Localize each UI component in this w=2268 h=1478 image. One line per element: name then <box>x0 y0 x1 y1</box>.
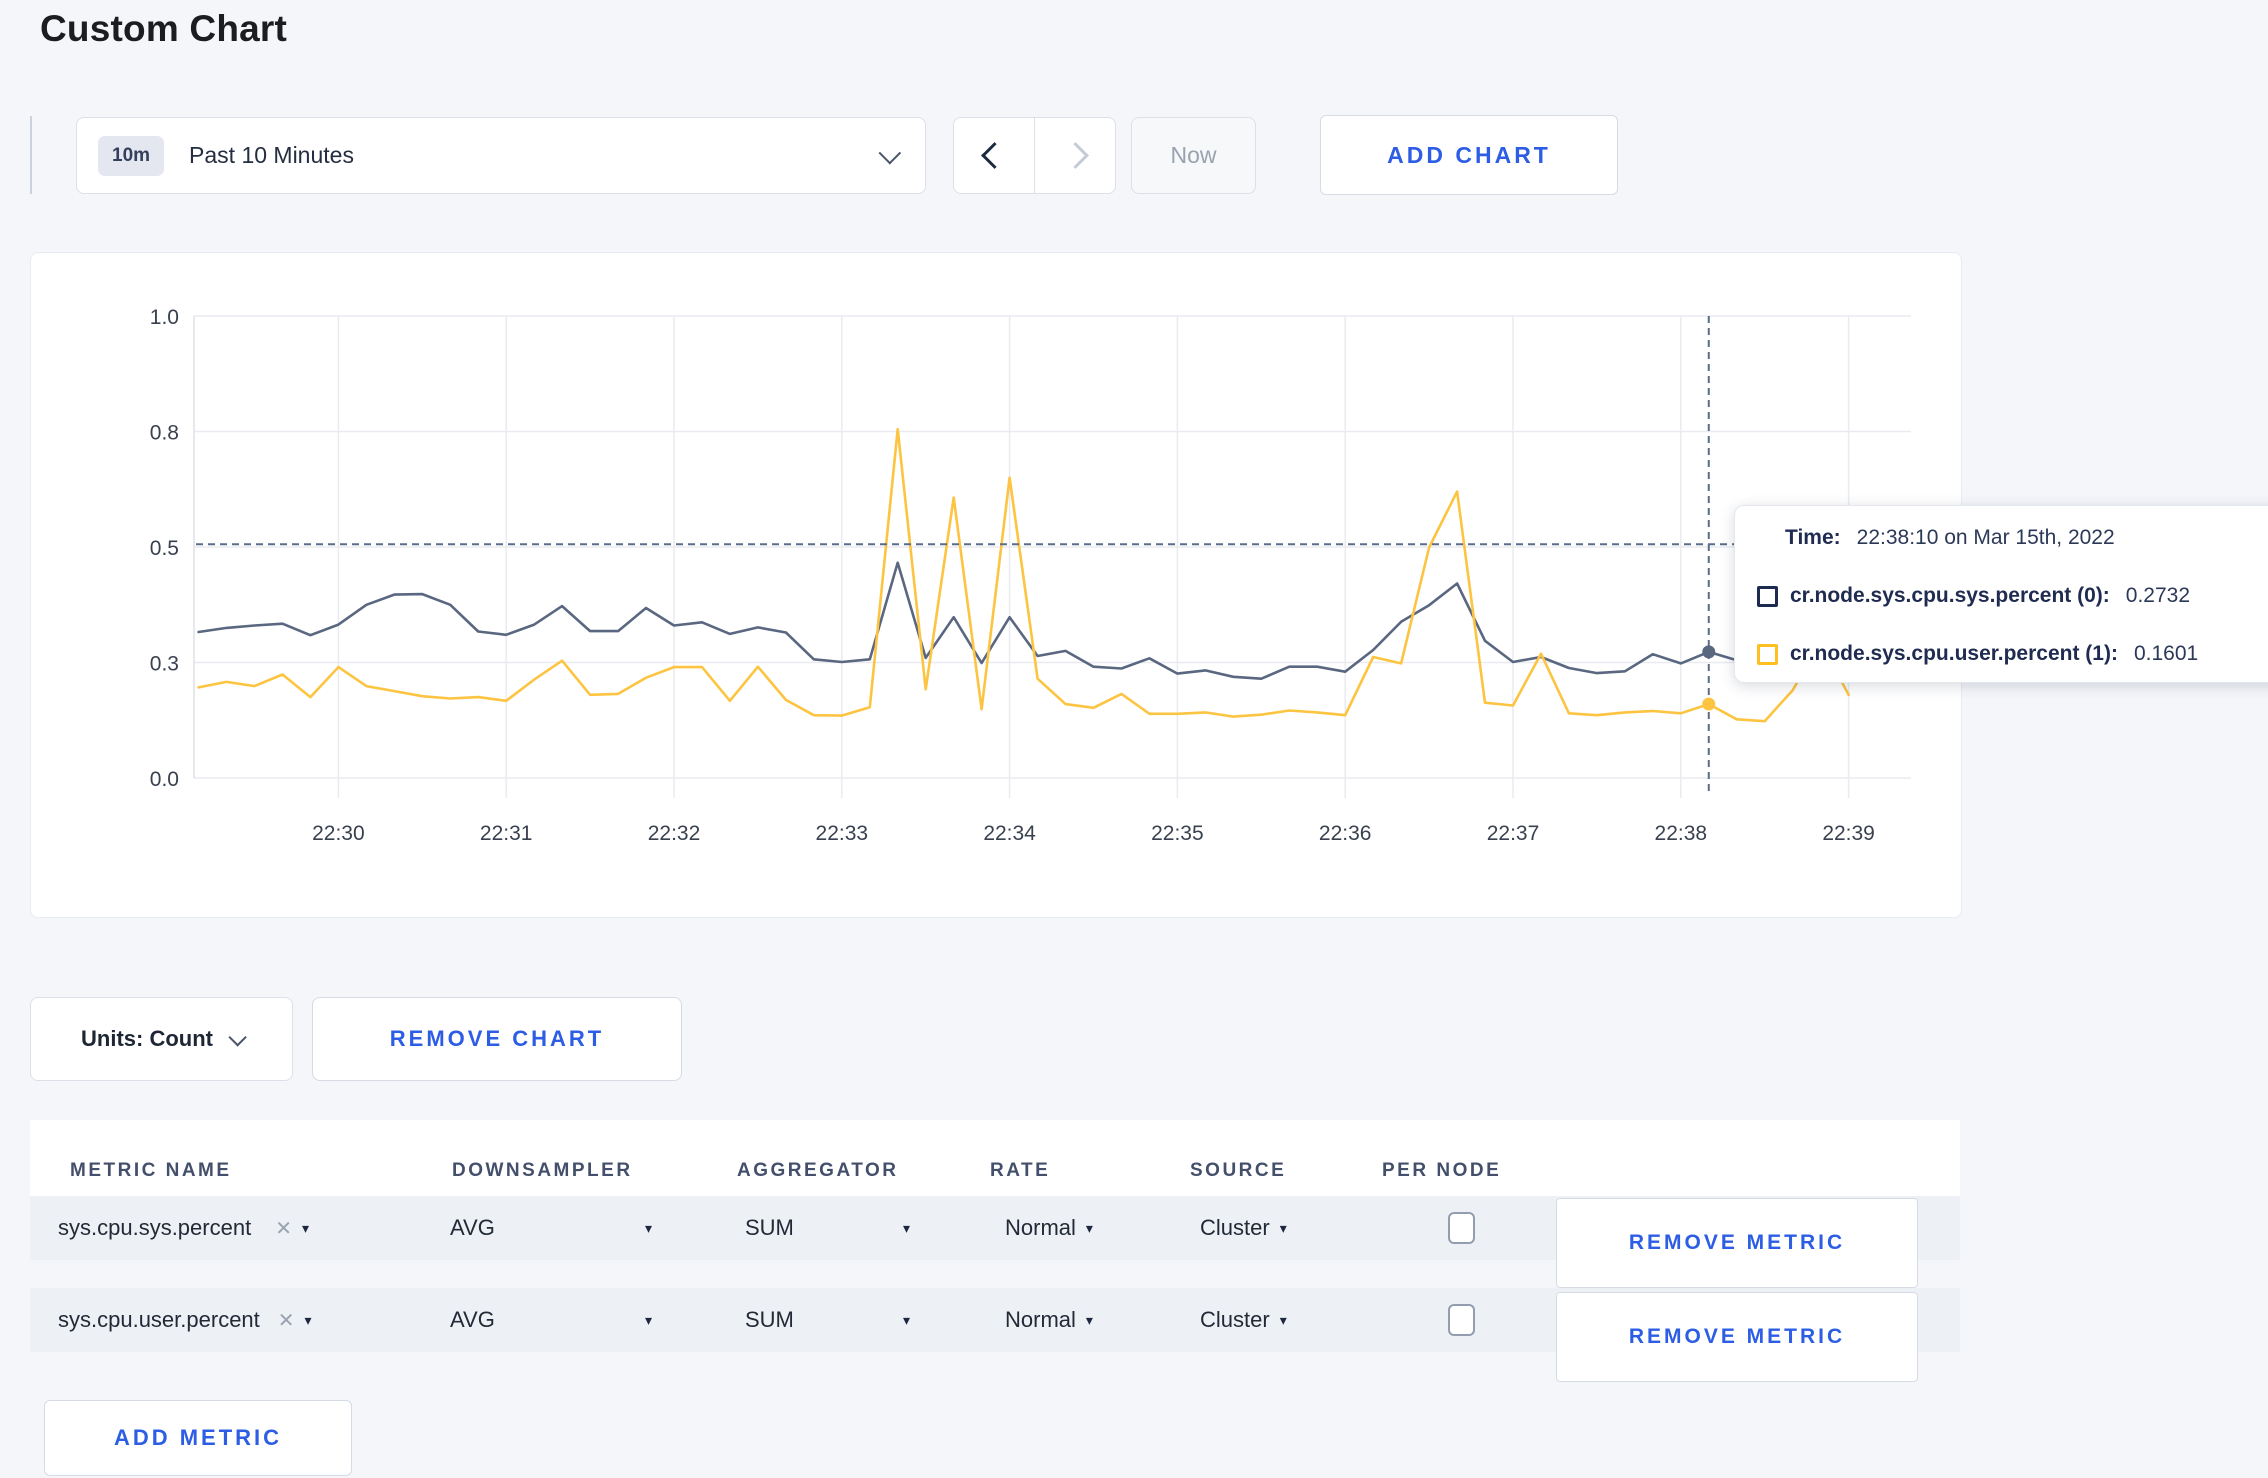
time-range-select[interactable]: 10m Past 10 Minutes <box>76 117 926 194</box>
col-metric-name: METRIC NAME <box>70 1160 232 1181</box>
rate-value-row1: Normal <box>1005 1215 1076 1240</box>
cpu-percent-chart[interactable]: 0.0 0.3 0.5 0.8 1.0 22:30 22:31 22:32 22:33 22:34… <box>31 253 1961 917</box>
tooltip-user-value: 0.1601 <box>2133 642 2199 665</box>
metric-name-select-row1[interactable]: sys.cpu.sys.percent ✕ ▾ <box>58 1196 309 1260</box>
caret-down-icon[interactable]: ▾ <box>645 1196 652 1260</box>
downsampler-select-row1[interactable]: AVG <box>450 1196 495 1260</box>
caret-down-icon: ▾ <box>1085 1219 1093 1236</box>
rate-value-row2: Normal <box>1005 1307 1076 1332</box>
svg-text:22:35: 22:35 <box>1151 822 1204 845</box>
svg-text:22:36: 22:36 <box>1319 822 1372 845</box>
caret-down-icon: ▾ <box>1279 1311 1287 1328</box>
svg-text:22:38: 22:38 <box>1655 822 1708 845</box>
tooltip-user-name: cr.node.sys.cpu.user.percent (1): <box>1790 642 2118 665</box>
now-button[interactable]: Now <box>1131 117 1256 194</box>
remove-metric-button-row2[interactable]: REMOVE METRIC <box>1556 1292 1918 1382</box>
tooltip-sys-name: cr.node.sys.cpu.sys.percent (0): <box>1790 584 2110 607</box>
clear-metric-icon[interactable]: ✕ <box>275 1216 292 1241</box>
svg-text:1.0: 1.0 <box>150 306 179 329</box>
page-title: Custom Chart <box>40 8 288 49</box>
chart-hover-tooltip: Time: 22:38:10 on Mar 15th, 2022 cr.node… <box>1734 505 2268 683</box>
svg-text:22:34: 22:34 <box>983 822 1036 845</box>
svg-text:22:33: 22:33 <box>816 822 869 845</box>
aggregator-select-row1[interactable]: SUM <box>745 1196 794 1260</box>
metric-name-row2: sys.cpu.user.percent <box>58 1307 260 1332</box>
svg-text:22:37: 22:37 <box>1487 822 1540 845</box>
caret-down-icon: ▾ <box>1085 1311 1093 1328</box>
chevron-down-icon <box>878 141 902 164</box>
svg-text:0.0: 0.0 <box>150 768 179 791</box>
svg-text:22:31: 22:31 <box>480 822 533 845</box>
caret-down-icon[interactable]: ▾ <box>903 1196 910 1260</box>
chevron-down-icon <box>228 1027 247 1047</box>
tooltip-time-label: Time: <box>1785 526 1841 549</box>
time-range-badge: 10m <box>98 135 165 176</box>
units-select[interactable]: Units: Count <box>30 997 293 1081</box>
add-metric-button[interactable]: ADD METRIC <box>44 1400 352 1476</box>
tooltip-sys-value: 0.2732 <box>2125 584 2191 607</box>
toolbar-divider <box>30 116 32 194</box>
caret-down-icon: ▾ <box>301 1219 309 1236</box>
downsampler-select-row2[interactable]: AVG <box>450 1288 495 1352</box>
per-node-checkbox-row2[interactable] <box>1448 1304 1475 1336</box>
add-chart-button[interactable]: ADD CHART <box>1320 115 1618 195</box>
metric-name-select-row2[interactable]: sys.cpu.user.percent ✕ ▾ <box>58 1288 312 1352</box>
aggregator-select-row2[interactable]: SUM <box>745 1288 794 1352</box>
clear-metric-icon[interactable]: ✕ <box>278 1308 295 1333</box>
caret-down-icon[interactable]: ▾ <box>645 1288 652 1352</box>
svg-text:22:32: 22:32 <box>648 822 701 845</box>
metric-name-row1: sys.cpu.sys.percent <box>58 1215 252 1240</box>
rate-select-row1[interactable]: Normal ▾ <box>1005 1196 1093 1260</box>
source-select-row1[interactable]: Cluster ▾ <box>1200 1196 1287 1260</box>
col-per-node: PER NODE <box>1382 1160 1502 1181</box>
remove-chart-button[interactable]: REMOVE CHART <box>312 997 682 1081</box>
col-source: SOURCE <box>1190 1160 1287 1181</box>
sys-series-swatch-icon <box>1757 585 1778 607</box>
next-time-button[interactable] <box>1035 118 1115 193</box>
per-node-checkbox-row1[interactable] <box>1448 1212 1475 1244</box>
time-nav-group <box>953 117 1116 194</box>
col-downsampler: DOWNSAMPLER <box>452 1160 633 1181</box>
caret-down-icon[interactable]: ▾ <box>903 1288 910 1352</box>
remove-metric-button-row1[interactable]: REMOVE METRIC <box>1556 1198 1918 1288</box>
source-value-row1: Cluster <box>1200 1215 1270 1240</box>
units-label: Units: Count <box>81 1026 213 1051</box>
source-select-row2[interactable]: Cluster ▾ <box>1200 1288 1287 1352</box>
time-range-label: Past 10 Minutes <box>189 142 354 168</box>
col-rate: RATE <box>990 1160 1051 1181</box>
tooltip-time-value: 22:38:10 on Mar 15th, 2022 <box>1856 526 2115 549</box>
svg-text:0.5: 0.5 <box>150 537 179 560</box>
user-series-swatch-icon <box>1757 643 1778 665</box>
chevron-left-icon <box>980 142 1008 169</box>
caret-down-icon: ▾ <box>1279 1219 1287 1236</box>
svg-text:0.3: 0.3 <box>150 653 179 676</box>
svg-text:22:39: 22:39 <box>1822 822 1875 845</box>
rate-select-row2[interactable]: Normal ▾ <box>1005 1288 1093 1352</box>
prev-time-button[interactable] <box>954 118 1035 193</box>
svg-text:22:30: 22:30 <box>312 822 365 845</box>
col-aggregator: AGGREGATOR <box>737 1160 899 1181</box>
chart-card: 0.0 0.3 0.5 0.8 1.0 22:30 22:31 22:32 22:33 22:34… <box>30 252 1962 918</box>
chevron-right-icon <box>1061 142 1089 169</box>
source-value-row2: Cluster <box>1200 1307 1270 1332</box>
svg-text:0.8: 0.8 <box>150 422 179 445</box>
caret-down-icon: ▾ <box>304 1311 312 1328</box>
